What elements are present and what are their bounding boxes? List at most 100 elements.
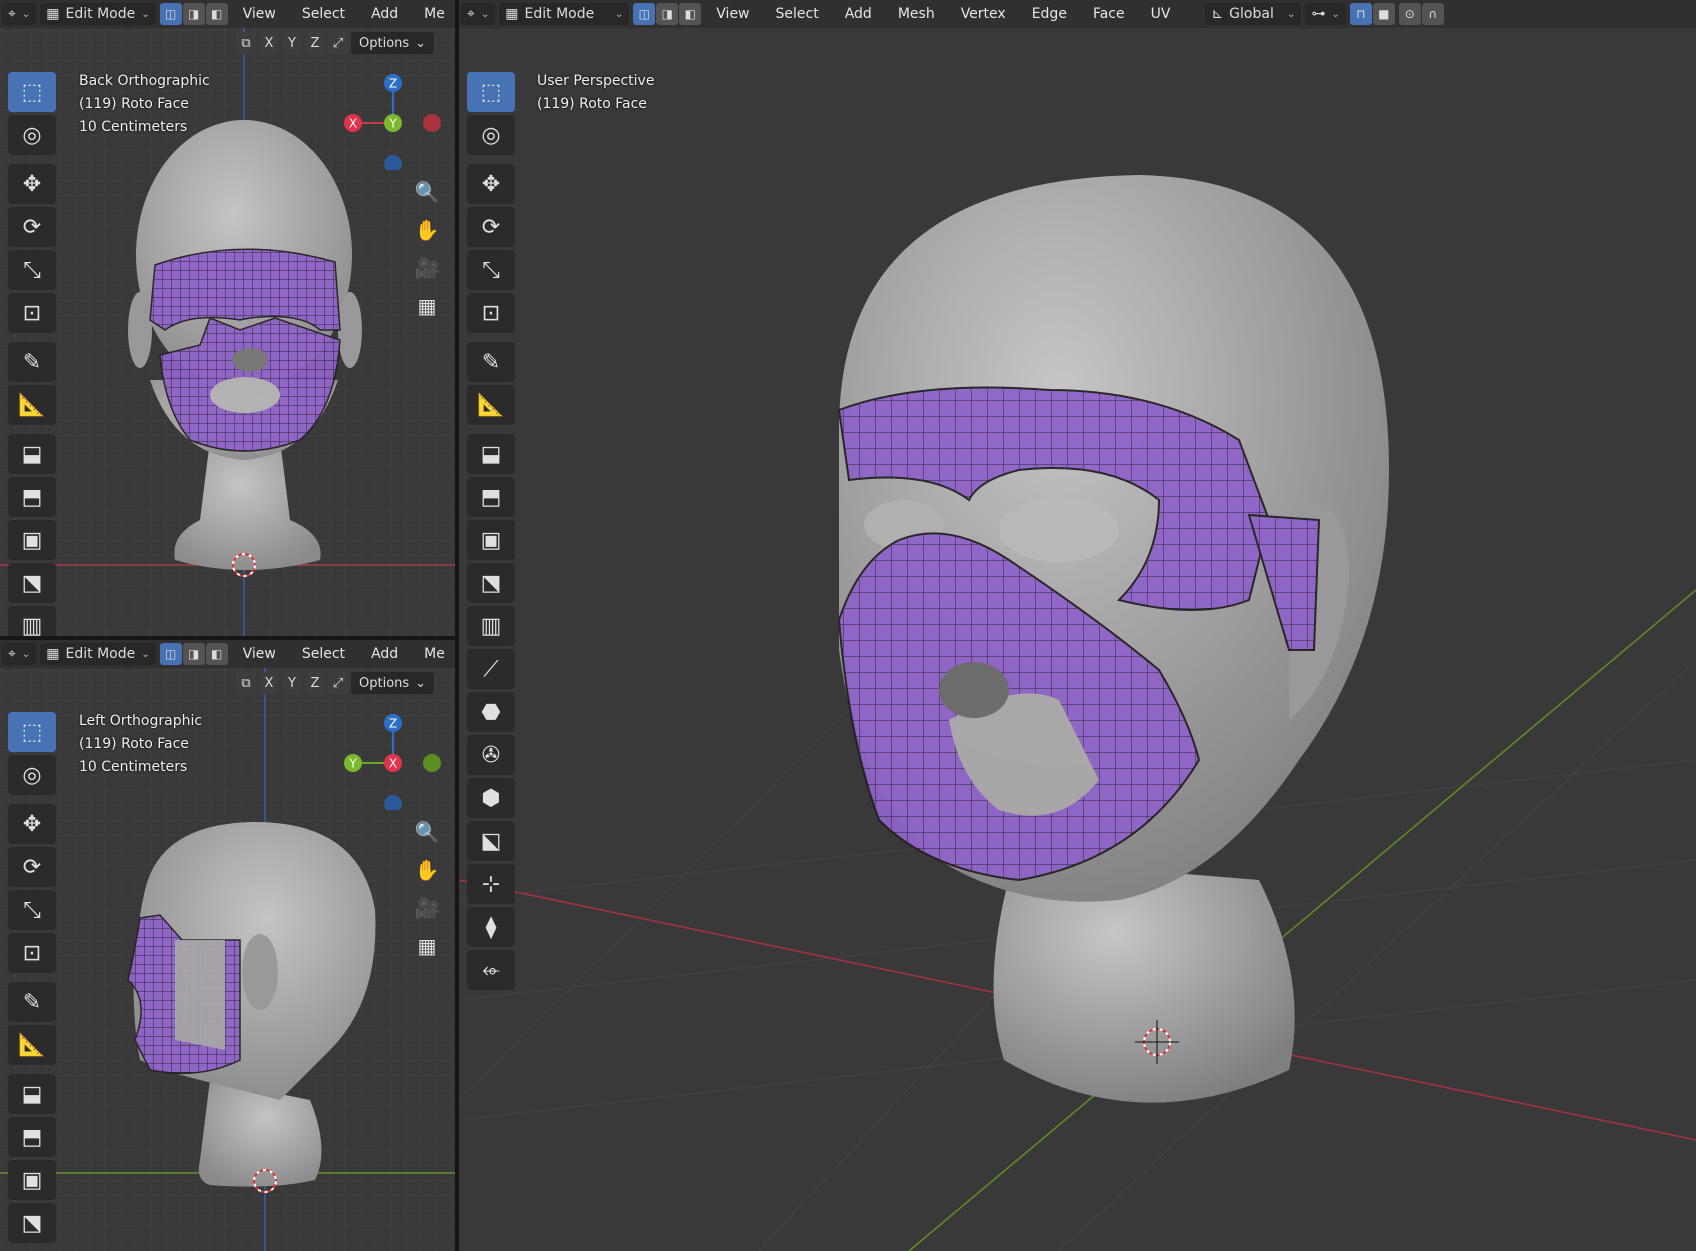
cursor-icon[interactable]: ◎ [8, 755, 56, 795]
camera-icon[interactable]: 🎥 [412, 894, 442, 922]
options-dropdown[interactable]: Options ⌄ [351, 672, 435, 694]
extrude-icon[interactable]: ⬒ [8, 477, 56, 517]
options-dropdown[interactable]: Options ⌄ [351, 32, 435, 54]
axis-x-toggle[interactable]: X [259, 32, 279, 54]
menu-edge[interactable]: Edge [1021, 6, 1078, 22]
grid-icon[interactable]: ▦ [412, 932, 442, 960]
camera-icon[interactable]: 🎥 [412, 254, 442, 282]
edge-select-icon[interactable]: ◨ [182, 3, 205, 25]
bevel-icon[interactable]: ⬔ [8, 563, 56, 603]
select-box-icon[interactable]: ⬚ [8, 72, 56, 112]
measure-icon[interactable]: 📐 [467, 385, 515, 425]
grid-icon[interactable]: ▦ [412, 292, 442, 320]
zoom-icon[interactable]: 🔍 [412, 818, 442, 846]
cursor-icon[interactable]: ◎ [467, 115, 515, 155]
annotate-icon[interactable]: ✎ [8, 982, 56, 1022]
mirror-icon[interactable]: ⧉ [236, 32, 256, 54]
shear-icon[interactable]: ⧫ [467, 907, 515, 947]
annotate-icon[interactable]: ✎ [8, 342, 56, 382]
move-icon[interactable]: ✥ [8, 164, 56, 204]
orientation-dropdown[interactable]: ⊾ Global ⌄ [1205, 3, 1302, 25]
inset-icon[interactable]: ▣ [467, 520, 515, 560]
editor-type-dropdown[interactable]: ⌖ ⌄ [2, 643, 37, 665]
vertex-select-icon[interactable]: ◫ [159, 643, 182, 665]
transform-icon[interactable]: ⊡ [467, 293, 515, 333]
scale-icon[interactable]: ⤡ [467, 250, 515, 290]
navigation-gizmo[interactable]: Z Y X [338, 710, 448, 810]
menu-view[interactable]: View [232, 646, 287, 662]
measure-icon[interactable]: 📐 [8, 385, 56, 425]
menu-mesh-truncated[interactable]: Me [413, 6, 455, 22]
menu-add[interactable]: Add [360, 646, 409, 662]
vertex-select-icon[interactable]: ◫ [159, 3, 182, 25]
move-icon[interactable]: ✥ [467, 164, 515, 204]
scale-icon[interactable]: ⤡ [8, 890, 56, 930]
add-cube-icon[interactable]: ⬓ [8, 1074, 56, 1114]
spin-icon[interactable]: ✇ [467, 735, 515, 775]
menu-view[interactable]: View [705, 6, 760, 22]
edge-select-icon[interactable]: ◨ [656, 3, 679, 25]
editor-type-dropdown[interactable]: ⌖ ⌄ [461, 3, 496, 25]
mode-dropdown[interactable]: ▦ Edit Mode ⌄ [40, 643, 156, 665]
cursor-icon[interactable]: ◎ [8, 115, 56, 155]
snap-magnet-icon[interactable]: ⊓ [1349, 3, 1372, 25]
axis-y-toggle[interactable]: Y [282, 672, 302, 694]
face-select-icon[interactable]: ◧ [679, 3, 702, 25]
face-select-icon[interactable]: ◧ [205, 3, 228, 25]
mode-dropdown[interactable]: ▦ Edit Mode ⌄ [499, 3, 630, 25]
rotate-icon[interactable]: ⟳ [8, 207, 56, 247]
inset-icon[interactable]: ▣ [8, 520, 56, 560]
pan-hand-icon[interactable]: ✋ [412, 856, 442, 884]
annotate-icon[interactable]: ✎ [467, 342, 515, 382]
navigation-gizmo[interactable]: Z X Y [338, 70, 448, 170]
move-icon[interactable]: ✥ [8, 804, 56, 844]
menu-view[interactable]: View [232, 6, 287, 22]
loop-cut-icon[interactable]: ▥ [467, 606, 515, 646]
smooth-icon[interactable]: ⬢ [467, 778, 515, 818]
zoom-icon[interactable]: 🔍 [412, 178, 442, 206]
menu-mesh[interactable]: Mesh [887, 6, 946, 22]
topology-mirror-icon[interactable]: ⤢ [328, 32, 348, 54]
viewport-back-ortho[interactable]: ⌖ ⌄ ▦ Edit Mode ⌄ ◫ ◨ ◧ View Select Add Me ⧉ … [0, 0, 455, 636]
measure-icon[interactable]: 📐 [8, 1025, 56, 1065]
menu-uv[interactable]: UV [1140, 6, 1182, 22]
menu-add[interactable]: Add [834, 6, 883, 22]
menu-face[interactable]: Face [1082, 6, 1136, 22]
menu-select[interactable]: Select [291, 6, 356, 22]
knife-icon[interactable]: ⟋ [467, 649, 515, 689]
bevel-icon[interactable]: ⬔ [8, 1203, 56, 1243]
edge-slide-icon[interactable]: ⬕ [467, 821, 515, 861]
proportional-edit-icon[interactable]: ⊙ [1398, 3, 1421, 25]
menu-select[interactable]: Select [765, 6, 830, 22]
rotate-icon[interactable]: ⟳ [467, 207, 515, 247]
falloff-icon[interactable]: ∩ [1421, 3, 1444, 25]
menu-mesh-truncated[interactable]: Me [413, 646, 455, 662]
menu-add[interactable]: Add [360, 6, 409, 22]
mirror-icon[interactable]: ⧉ [236, 672, 256, 694]
transform-icon[interactable]: ⊡ [8, 933, 56, 973]
axis-y-toggle[interactable]: Y [282, 32, 302, 54]
inset-icon[interactable]: ▣ [8, 1160, 56, 1200]
rip-icon[interactable]: ⬰ [467, 950, 515, 990]
poly-build-icon[interactable]: ⬣ [467, 692, 515, 732]
pivot-dropdown[interactable]: ⊶ ⌄ [1305, 3, 1346, 25]
menu-select[interactable]: Select [291, 646, 356, 662]
shrink-fatten-icon[interactable]: ⊹ [467, 864, 515, 904]
scale-icon[interactable]: ⤡ [8, 250, 56, 290]
axis-z-toggle[interactable]: Z [305, 672, 325, 694]
pan-hand-icon[interactable]: ✋ [412, 216, 442, 244]
menu-vertex[interactable]: Vertex [950, 6, 1017, 22]
axis-z-toggle[interactable]: Z [305, 32, 325, 54]
select-box-icon[interactable]: ⬚ [467, 72, 515, 112]
viewport-user-perspective[interactable]: ⌖ ⌄ ▦ Edit Mode ⌄ ◫ ◨ ◧ View Select Add Mesh … [459, 0, 1696, 1251]
rotate-icon[interactable]: ⟳ [8, 847, 56, 887]
extrude-icon[interactable]: ⬒ [8, 1117, 56, 1157]
extrude-icon[interactable]: ⬒ [467, 477, 515, 517]
bevel-icon[interactable]: ⬔ [467, 563, 515, 603]
viewport-left-ortho[interactable]: ⌖ ⌄ ▦ Edit Mode ⌄ ◫ ◨ ◧ View Select Add Me ⧉ … [0, 640, 455, 1251]
topology-mirror-icon[interactable]: ⤢ [328, 672, 348, 694]
snap-target-icon[interactable]: ■ [1372, 3, 1395, 25]
add-cube-icon[interactable]: ⬓ [467, 434, 515, 474]
select-box-icon[interactable]: ⬚ [8, 712, 56, 752]
edge-select-icon[interactable]: ◨ [182, 643, 205, 665]
